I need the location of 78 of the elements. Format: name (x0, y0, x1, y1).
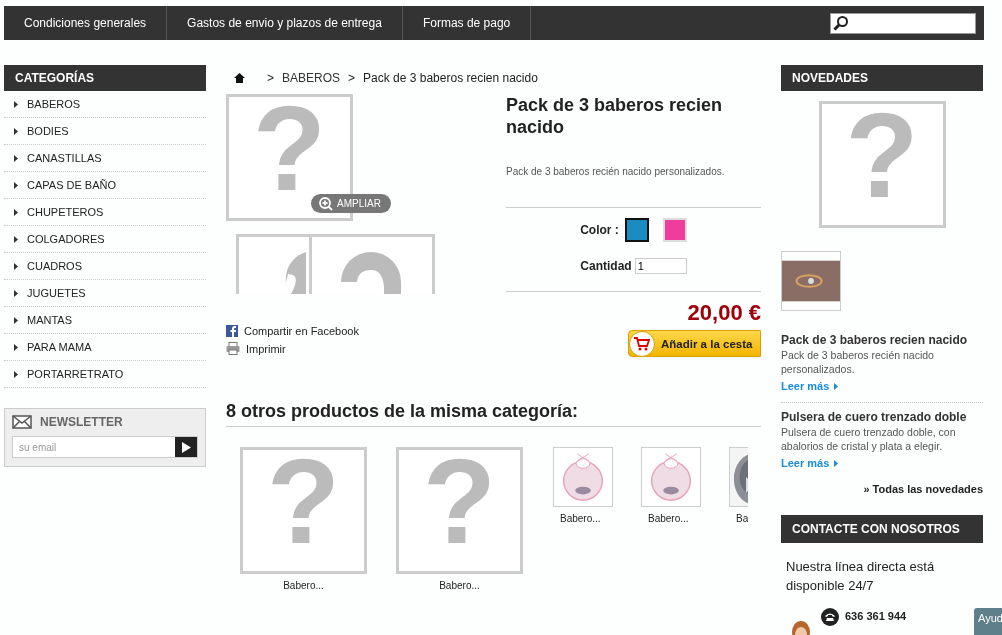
news-title[interactable]: Pulsera de cuero trenzado doble (781, 410, 983, 424)
print-link[interactable]: Imprimir (226, 342, 506, 355)
triangle-icon (14, 127, 18, 135)
triangle-icon (14, 235, 18, 243)
product-price: 20,00 € (686, 300, 761, 326)
triangle-icon (14, 208, 18, 216)
contact-text: Nuestra línea directa está disponible 24/7 (786, 558, 936, 595)
category-link[interactable]: BODIES (4, 118, 206, 145)
search-field[interactable] (830, 12, 976, 34)
category-link[interactable]: PARA MAMA (4, 334, 206, 361)
product-name[interactable]: Babero... (283, 580, 324, 591)
question-mark: ? (266, 456, 341, 546)
product-name[interactable]: Babero... (648, 513, 689, 524)
categories-header: CATEGORÍAS (4, 65, 206, 91)
envelope-icon (12, 415, 32, 429)
category-link[interactable]: CHUPETEROS (4, 199, 206, 226)
news-title[interactable]: Pack de 3 baberos recien nacido (781, 333, 983, 347)
email-field[interactable]: su email (12, 436, 198, 458)
newsletter-title: NEWSLETTER (40, 415, 123, 429)
triangle-icon (834, 382, 839, 390)
triangle-icon (14, 289, 18, 297)
triangle-icon (14, 343, 18, 351)
facebook-share-link[interactable]: Compartir en Facebook (226, 325, 506, 337)
read-more-link[interactable]: Leer más (781, 380, 839, 392)
question-mark: ? (252, 103, 327, 193)
breadcrumb-link[interactable]: BABEROS (282, 71, 341, 85)
news-text: Pulsera de cuero trenzado doble, con abalorios de cristal y plata a elegir. (781, 425, 957, 453)
product-description: Pack de 3 baberos recién nacido personalizados. (506, 166, 726, 177)
novedades-header: NOVEDADES (781, 65, 983, 91)
search-icon (833, 15, 849, 31)
contact-header: CONTACTE CON NOSOTROS (781, 515, 983, 543)
nav-link[interactable]: Condiciones generales (4, 6, 168, 40)
triangle-icon (14, 100, 18, 108)
help-tab[interactable]: Ayud (974, 608, 1002, 635)
triangle-icon (14, 181, 18, 189)
zoom-button[interactable]: AMPLIAR (311, 194, 391, 213)
triangle-icon (14, 154, 18, 162)
quantity-field[interactable]: 1 (634, 258, 687, 274)
submit-button[interactable] (175, 437, 197, 457)
breadcrumb-separator: > (267, 71, 274, 85)
product-name[interactable]: Babero... (560, 513, 601, 524)
nav-link[interactable]: Formas de pago (402, 6, 532, 40)
triangle-icon (14, 262, 18, 270)
category-link[interactable]: COLGADORES (4, 226, 206, 253)
add-to-cart-button[interactable]: Añadir a la cesta (628, 330, 761, 357)
product-name[interactable]: Ba (736, 513, 748, 524)
quantity-label: Cantidad (580, 259, 632, 273)
play-icon (181, 441, 191, 453)
related-heading: 8 otros productos de la misma categoría: (226, 401, 761, 427)
news-text: Pack de 3 baberos recién nacido personalizados. (781, 348, 935, 376)
printer-icon (226, 342, 240, 355)
question-mark: ? (845, 110, 919, 200)
all-news-link[interactable]: » Todas las novedades (781, 483, 983, 495)
nav-link[interactable]: Gastos de envio y plazos de entrega (167, 6, 403, 40)
category-link[interactable]: MANTAS (4, 307, 206, 334)
color-label: Color : (580, 223, 619, 237)
breadcrumb-separator: > (348, 71, 356, 85)
triangle-icon (834, 459, 839, 467)
category-link[interactable]: CUADROS (4, 253, 206, 280)
color-swatch[interactable] (624, 218, 649, 242)
triangle-icon (14, 316, 18, 324)
zoom-icon (319, 196, 333, 211)
product-title: Pack de 3 baberos recien nacido (506, 94, 724, 138)
phone-icon (821, 608, 839, 626)
question-mark: ? (422, 456, 497, 546)
category-link[interactable]: BABEROS (4, 91, 206, 118)
category-link[interactable]: PORTARRETRATO (4, 361, 206, 388)
category-link[interactable]: CANASTILLAS (4, 145, 206, 172)
triangle-icon (14, 370, 18, 378)
home-icon[interactable] (234, 73, 245, 83)
category-link[interactable]: JUGUETES (4, 280, 206, 307)
read-more-link[interactable]: Leer más (781, 457, 839, 469)
facebook-icon (226, 325, 238, 337)
product-name[interactable]: Babero... (439, 580, 480, 591)
category-link[interactable]: CAPAS DE BAÑO (4, 172, 206, 199)
breadcrumb-current: Pack de 3 baberos recien nacido (363, 71, 538, 85)
cart-icon (634, 336, 650, 351)
phone-number: 636 361 944 (845, 610, 907, 622)
